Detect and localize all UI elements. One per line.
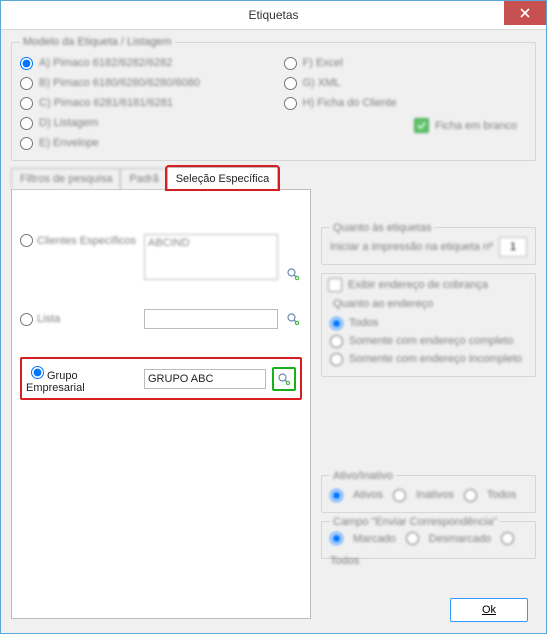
label-marcado: Marcado — [353, 533, 396, 545]
group-corr-title: Campo "Enviar Correspondência" — [330, 516, 500, 528]
ok-button-label: Ok — [482, 604, 496, 616]
label-end-todos: Todos — [349, 317, 378, 329]
lookup-clientes[interactable] — [284, 265, 302, 283]
label-lista: Lista — [37, 313, 60, 325]
model-opt-c-label: C) Pimaco 6281/6181/6281 — [39, 97, 173, 109]
label-end-incompleto: Somente com endereço incompleto — [349, 353, 522, 365]
model-opt-b[interactable] — [20, 77, 33, 90]
row-grupo-highlight: Grupo Empresarial — [20, 357, 302, 400]
label-at-todos: Todos — [487, 489, 516, 501]
model-opt-d[interactable] — [20, 117, 33, 130]
group-ativo: Ativo/Inativo Ativos Inativos Todos — [321, 475, 536, 513]
group-endereco-title: Quanto ao endereço — [330, 298, 436, 310]
input-grupo[interactable] — [144, 369, 266, 389]
tabstrip: Filtros de pesquisa Padrã Seleção Especí… — [11, 167, 536, 189]
model-opt-a[interactable] — [20, 57, 33, 70]
label-cor-todos: Todos — [330, 555, 359, 567]
search-add-icon — [277, 372, 291, 386]
row-lista: Lista — [20, 309, 302, 329]
model-col-right: F) Excel G) XML H) Ficha do Cliente Fich… — [284, 54, 528, 152]
selecao-pane: Clientes Específicos Lista Grupo Empresa… — [11, 189, 311, 619]
radio-inativos[interactable] — [393, 489, 406, 502]
radio-grupo[interactable] — [31, 366, 44, 379]
label-iniciar-num: Iniciar a impressão na etiqueta nº — [330, 241, 493, 253]
checkbox-exibir-cobranca[interactable] — [328, 278, 342, 292]
model-opt-d-label: D) Listagem — [39, 117, 98, 129]
radio-clientes[interactable] — [20, 234, 33, 247]
lookup-lista[interactable] — [284, 310, 302, 328]
ficha-branco-checkbox[interactable] — [414, 118, 429, 133]
group-correspondencia: Campo "Enviar Correspondência" Marcado D… — [321, 521, 536, 559]
options-pane: Quanto às etiquetas Iniciar a impressão … — [319, 189, 536, 619]
label-clientes: Clientes Específicos — [37, 235, 136, 247]
model-opt-e-label: E) Envelope — [39, 137, 99, 149]
radio-end-todos[interactable] — [330, 317, 343, 330]
label-inativos: Inativos — [416, 489, 454, 501]
input-iniciar-num[interactable] — [499, 237, 527, 257]
radio-cor-todos[interactable] — [501, 532, 514, 545]
input-clientes[interactable] — [144, 234, 278, 280]
group-etiquetas-title: Quanto às etiquetas — [330, 222, 434, 234]
model-col-left: A) Pimaco 6182/6282/6282 B) Pimaco 6180/… — [20, 54, 264, 152]
search-add-icon — [286, 312, 300, 326]
search-add-icon — [286, 267, 300, 281]
model-opt-f-label: F) Excel — [303, 57, 343, 69]
radio-lista[interactable] — [20, 313, 33, 326]
model-opt-g-label: G) XML — [303, 77, 341, 89]
input-lista[interactable] — [144, 309, 278, 329]
dialog-body: Modelo da Etiqueta / Listagem A) Pimaco … — [1, 30, 546, 634]
radio-marcado[interactable] — [330, 532, 343, 545]
model-groupbox: Modelo da Etiqueta / Listagem A) Pimaco … — [11, 36, 536, 161]
radio-end-incompleto[interactable] — [330, 353, 343, 366]
label-end-completo: Somente com endereço completo — [349, 335, 513, 347]
model-opt-h[interactable] — [284, 97, 297, 110]
lookup-grupo[interactable] — [272, 367, 296, 391]
titlebar: Etiquetas — [1, 1, 546, 30]
dialog-title: Etiquetas — [248, 8, 298, 22]
model-opt-f[interactable] — [284, 57, 297, 70]
model-opt-a-label: A) Pimaco 6182/6282/6282 — [39, 57, 172, 69]
model-opt-b-label: B) Pimaco 6180/6280/6280/6080 — [39, 77, 200, 89]
model-opt-g[interactable] — [284, 77, 297, 90]
radio-end-completo[interactable] — [330, 335, 343, 348]
tab-filtros[interactable]: Filtros de pesquisa — [11, 168, 121, 189]
group-ativo-title: Ativo/Inativo — [330, 470, 396, 482]
ok-button[interactable]: Ok — [450, 598, 528, 622]
radio-at-todos[interactable] — [464, 489, 477, 502]
etiquetas-dialog: Etiquetas Modelo da Etiqueta / Listagem … — [0, 0, 547, 634]
model-opt-c[interactable] — [20, 97, 33, 110]
close-button[interactable] — [504, 1, 546, 25]
check-icon — [417, 121, 426, 130]
label-exibir-cobranca: Exibir endereço de cobrança — [348, 279, 488, 291]
model-opt-e[interactable] — [20, 137, 33, 150]
group-endereco: Exibir endereço de cobrança Quanto ao en… — [321, 273, 536, 377]
tab-padrao[interactable]: Padrã — [120, 168, 167, 189]
ficha-branco-label: Ficha em branco — [435, 120, 517, 132]
label-ativos: Ativos — [353, 489, 383, 501]
model-opt-h-label: H) Ficha do Cliente — [303, 97, 397, 109]
label-desmarcado: Desmarcado — [429, 533, 491, 545]
model-legend: Modelo da Etiqueta / Listagem — [20, 36, 175, 48]
close-icon — [520, 8, 530, 18]
row-clientes: Clientes Específicos — [20, 234, 302, 283]
tab-selecao-especifica[interactable]: Seleção Específica — [167, 167, 279, 189]
group-etiquetas: Quanto às etiquetas Iniciar a impressão … — [321, 227, 536, 265]
radio-desmarcado[interactable] — [406, 532, 419, 545]
radio-ativos[interactable] — [330, 489, 343, 502]
